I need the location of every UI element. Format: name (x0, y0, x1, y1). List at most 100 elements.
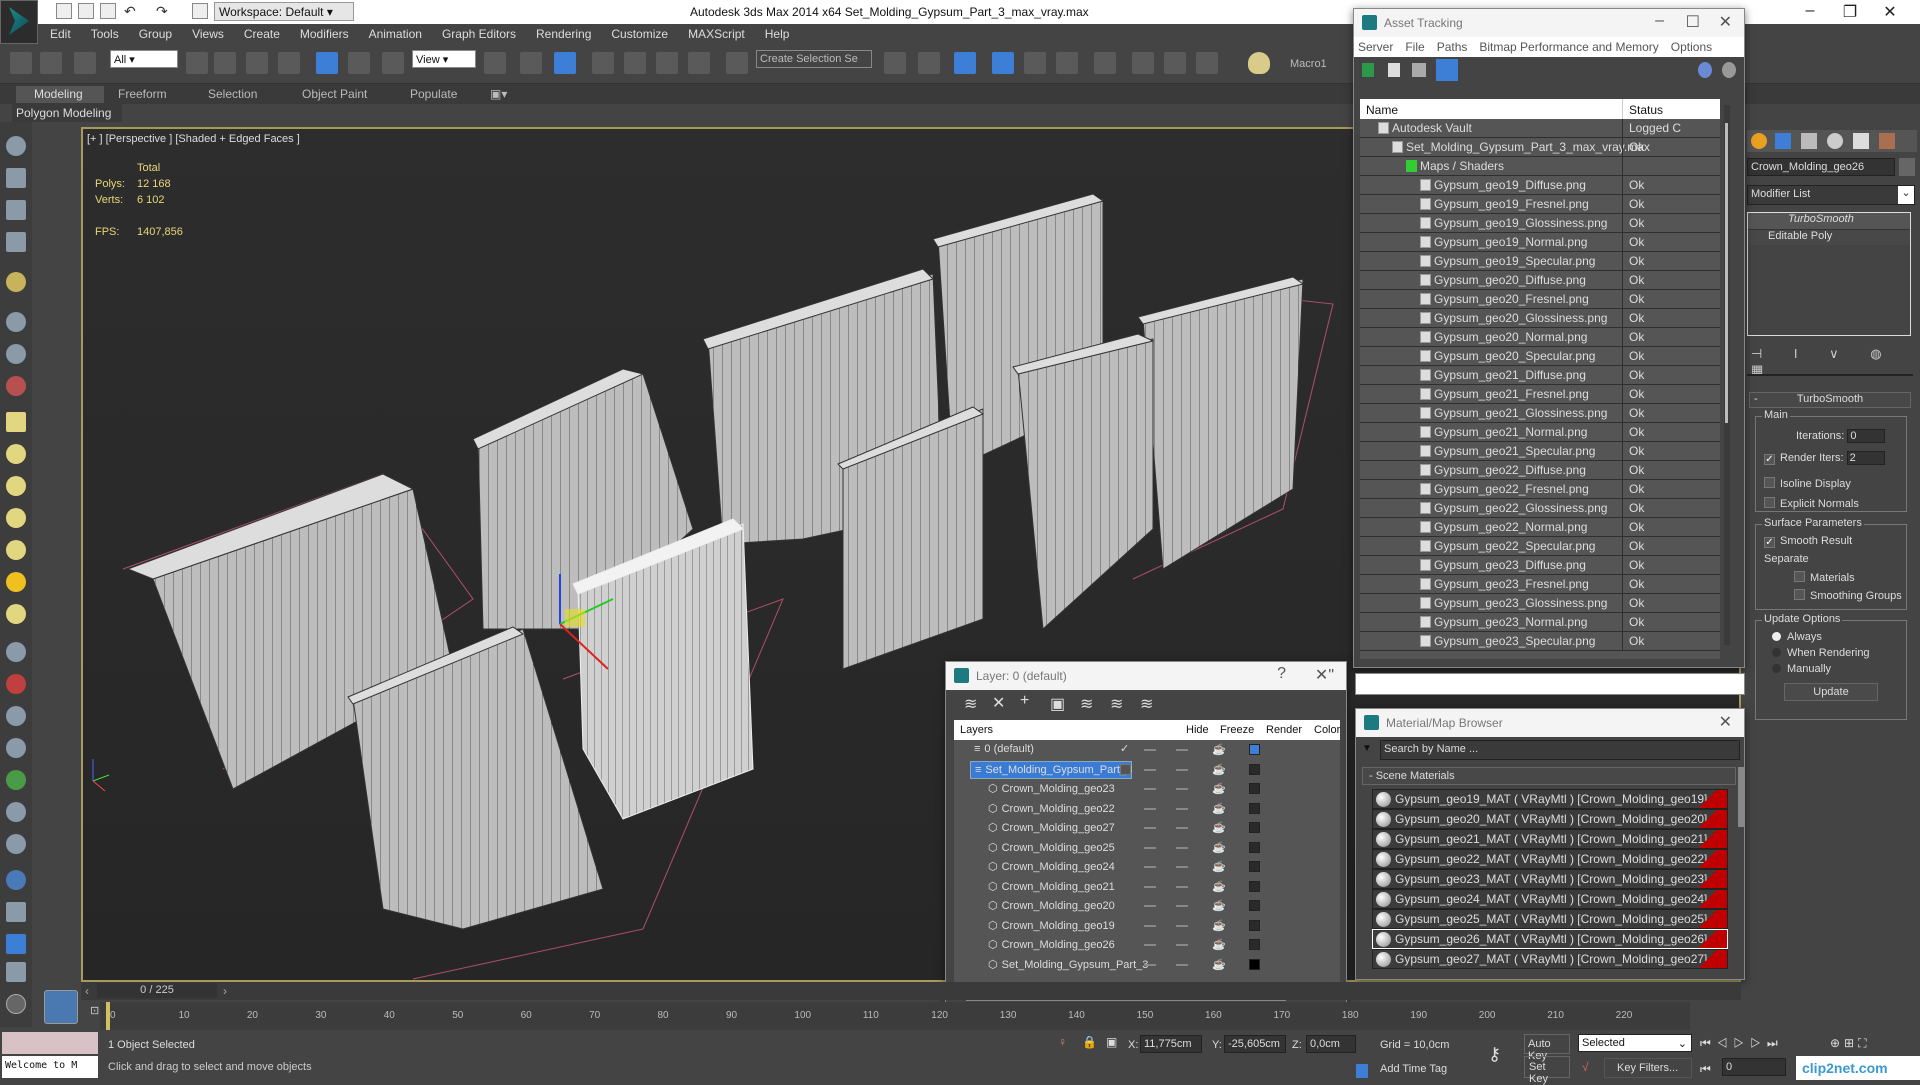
hide-toggle[interactable] (1144, 846, 1156, 849)
explicit-normals-row[interactable]: Explicit Normals (1764, 497, 1859, 510)
prev-frame-icon[interactable]: ‹ (85, 984, 89, 998)
asset-row[interactable]: Gypsum_geo19_Specular.png Ok (1360, 252, 1720, 271)
layer-color-swatch[interactable] (1249, 744, 1260, 755)
asset-row[interactable]: Gypsum_geo22_Glossiness.png Ok (1360, 499, 1720, 518)
layer-color-swatch[interactable] (1249, 861, 1260, 872)
render-teapot-icon[interactable]: ☕ (1212, 782, 1226, 795)
project-folder-icon[interactable] (192, 3, 208, 19)
smooth-result-row[interactable]: ✓ Smooth Result (1764, 535, 1852, 548)
help-icon[interactable] (6, 994, 26, 1014)
freeze-toggle[interactable] (1176, 768, 1188, 771)
snaps-toggle-icon[interactable] (592, 52, 614, 74)
asset-row[interactable]: Gypsum_geo21_Diffuse.png Ok (1360, 366, 1720, 385)
tab-freeform[interactable]: Freeform (118, 87, 167, 101)
cloth-icon[interactable] (6, 834, 26, 854)
torus-icon[interactable] (6, 508, 26, 528)
mirror-icon[interactable] (884, 52, 906, 74)
isoline-checkbox[interactable] (1764, 477, 1775, 488)
asset-row[interactable]: Gypsum_geo23_Diffuse.png Ok (1360, 556, 1720, 575)
display-tab-icon[interactable] (1853, 133, 1869, 149)
hide-toggle[interactable] (1144, 924, 1156, 927)
layer-row[interactable]: ⬡ Crown_Molding_geo20 ☕ (954, 896, 1340, 916)
isolate-selection-icon[interactable]: ♀ (1058, 1035, 1067, 1049)
layer-row[interactable]: ≡ 0 (default) ✓ ☕ (954, 740, 1340, 760)
render-production-icon[interactable] (1196, 52, 1218, 74)
layer-row[interactable]: ⬡ Set_Molding_Gypsum_Part_3 ☕ (954, 955, 1340, 975)
freeze-toggle[interactable] (1176, 788, 1188, 790)
freeze-toggle[interactable] (1176, 924, 1188, 927)
playback-controls-icon[interactable]: ⏮◁▷▷⏭ (1700, 1036, 1784, 1051)
transform-icon[interactable] (6, 312, 26, 332)
asset-row[interactable]: Gypsum_geo20_Diffuse.png Ok (1360, 271, 1720, 290)
material-scrollbar[interactable] (1738, 767, 1744, 827)
track-bar[interactable]: 0 10 20 30 40 50 60 70 80 90 100 110 120 130 140 150 160… (100, 1002, 1690, 1030)
foliage-icon[interactable] (6, 770, 26, 790)
molding-geo24[interactable] (1012, 333, 1155, 631)
undo-icon[interactable]: ↶ (124, 3, 140, 19)
hide-toggle[interactable] (1144, 885, 1156, 888)
hide-toggle[interactable] (1144, 768, 1156, 771)
minimize-icon[interactable]: – (1655, 12, 1664, 30)
hierarchy-tab-icon[interactable] (1801, 133, 1817, 149)
material-item[interactable]: Gypsum_geo25_MAT ( VRayMtl ) [Crown_Mold… (1372, 909, 1728, 929)
dynamics-icon[interactable] (6, 674, 26, 694)
menu-customize[interactable]: Customize (601, 24, 678, 44)
column-color[interactable]: Color (1314, 724, 1340, 736)
asset-row[interactable]: Gypsum_geo21_Glossiness.png Ok (1360, 404, 1720, 423)
scene-explorer-icon[interactable] (992, 52, 1014, 74)
always-radio[interactable] (1772, 632, 1781, 641)
box-icon[interactable] (6, 412, 26, 432)
freeze-toggle[interactable] (1176, 885, 1188, 888)
layer-row[interactable]: ⬡ Crown_Molding_geo19 ☕ (954, 916, 1340, 936)
help-context-icon[interactable] (1722, 62, 1736, 78)
render-teapot-icon[interactable]: ☕ (1212, 802, 1226, 815)
iterations-spinner[interactable]: 0 (1847, 429, 1886, 443)
named-selection-set-dropdown[interactable]: Create Selection Se (756, 50, 872, 68)
render-iters-checkbox[interactable]: ✓ (1764, 454, 1775, 465)
menu-create[interactable]: Create (234, 24, 290, 44)
workspace-dropdown[interactable]: Workspace: Default ▾ (214, 2, 354, 21)
create-layer-icon[interactable]: ≋ (964, 694, 977, 714)
render-icon[interactable] (6, 168, 26, 188)
explicit-normals-checkbox[interactable] (1764, 497, 1775, 508)
edit-named-selection-icon[interactable] (726, 52, 748, 74)
redo-icon[interactable]: ↷ (156, 3, 172, 19)
always-radio-row[interactable]: Always (1772, 631, 1822, 643)
asset-scrollbar[interactable] (1724, 105, 1730, 645)
cone-icon[interactable] (6, 540, 26, 560)
sphere-render-icon[interactable] (6, 870, 26, 890)
minimize-button[interactable]: – (1790, 2, 1830, 22)
maximize-icon[interactable]: ☐ (1686, 12, 1700, 32)
bind-space-warp-icon[interactable] (74, 52, 96, 74)
render-teapot-icon[interactable]: ☕ (1212, 938, 1226, 951)
layer-color-swatch[interactable] (1249, 802, 1260, 814)
material-item[interactable]: Gypsum_geo26_MAT ( VRayMtl ) [Crown_Mold… (1372, 929, 1728, 949)
document-icon[interactable] (6, 962, 26, 982)
graph-icon[interactable] (6, 706, 26, 726)
helpers-icon[interactable] (6, 376, 26, 396)
menu-edit[interactable]: Edit (40, 24, 81, 44)
list-icon[interactable] (6, 200, 26, 220)
menu-tools[interactable]: Tools (81, 24, 129, 44)
layer-row[interactable]: ⬡ Crown_Molding_geo23 ☕ (954, 779, 1340, 799)
layer-color-swatch[interactable] (1249, 919, 1260, 931)
menu-group[interactable]: Group (129, 24, 182, 44)
select-and-move-icon[interactable] (316, 52, 338, 74)
layer-color-swatch[interactable] (1249, 763, 1260, 775)
hide-toggle[interactable] (1144, 866, 1156, 868)
column-layers[interactable]: Layers (960, 724, 993, 736)
smoothing-groups-checkbox[interactable] (1794, 589, 1805, 600)
open-file-icon[interactable] (78, 3, 94, 19)
turbosmooth-rollout-header[interactable]: - TurboSmooth (1749, 392, 1911, 408)
tab-selection[interactable]: Selection (208, 87, 257, 101)
key-filters-button[interactable]: Key Filters... (1604, 1058, 1692, 1078)
hide-toggle[interactable] (1144, 807, 1156, 810)
freeze-toggle[interactable] (1176, 944, 1188, 946)
tab-populate[interactable]: Populate (410, 87, 457, 101)
materials-row[interactable]: Materials (1794, 571, 1855, 584)
asset-row[interactable]: Gypsum_geo22_Specular.png Ok (1360, 537, 1720, 556)
hide-toggle[interactable] (1144, 788, 1156, 790)
layer-manager-titlebar[interactable]: Layer: 0 (default)? ✕" (946, 662, 1346, 690)
maxscript-mini-listener-pink[interactable] (2, 1032, 98, 1054)
asset-row[interactable]: Gypsum_geo20_Specular.png Ok (1360, 347, 1720, 366)
